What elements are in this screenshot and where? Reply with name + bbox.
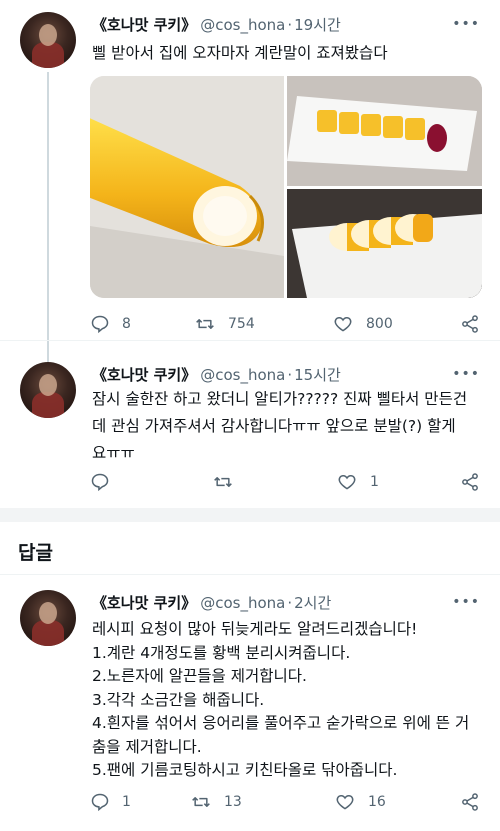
more-options-icon[interactable]: ••• <box>452 366 480 382</box>
tweet-text: 레시피 요청이 많아 뒤늦게라도 알려드리겠습니다! 1.계란 4개정도를 황백… <box>92 618 482 783</box>
timestamp[interactable]: 19시간 <box>294 16 341 34</box>
avatar[interactable] <box>20 12 76 68</box>
share-icon <box>462 793 478 811</box>
tweet-text-line: 레시피 요청이 많아 뒤늦게라도 알려드리겠습니다! <box>92 620 418 638</box>
retweet-button[interactable]: 754 <box>194 314 255 334</box>
tweet-1[interactable]: 《호나맛 쿠키》 @cos_hona · 19시간 ••• 삘 받아서 집에 오자마자… <box>0 0 500 362</box>
tweet-actions: 1 13 16 <box>90 792 482 814</box>
retweet-count: 754 <box>228 316 255 332</box>
share-button[interactable] <box>460 472 480 492</box>
display-name[interactable]: 《호나맛 쿠키》 <box>92 594 196 612</box>
share-icon <box>462 315 478 333</box>
separator-dot: · <box>287 366 293 384</box>
tweet-text-line: 3.각각 소금간을 해줍니다. <box>92 690 265 709</box>
heart-icon <box>334 316 352 332</box>
more-options-icon[interactable]: ••• <box>452 594 480 610</box>
tweet-header: 《호나맛 쿠키》 @cos_hona · 15시간 <box>92 364 341 386</box>
reply-icon <box>91 473 109 492</box>
timestamp[interactable]: 2시간 <box>294 594 331 612</box>
like-button[interactable]: 800 <box>332 314 393 334</box>
reply-icon <box>91 793 109 812</box>
retweet-icon <box>196 319 214 329</box>
tweet-text-line: 삘 받아서 집에 오자마자 계란말이 죠져봤습다 <box>92 44 388 62</box>
thread-line <box>47 72 49 362</box>
divider <box>0 574 500 575</box>
avatar[interactable] <box>20 362 76 418</box>
reply-button[interactable] <box>90 472 122 492</box>
reply-count: 1 <box>122 794 131 810</box>
retweet-button[interactable]: 13 <box>190 792 242 812</box>
reply-icon <box>91 315 109 334</box>
share-icon <box>462 473 478 491</box>
timestamp[interactable]: 15시간 <box>294 366 341 384</box>
display-name[interactable]: 《호나맛 쿠키》 <box>92 16 196 34</box>
tweet-text: 잠시 술한잔 하고 왔더니 알티가????? 진짜 삘타서 만든건 데 관심 가… <box>92 386 482 467</box>
avatar[interactable] <box>20 590 76 646</box>
tweet-3[interactable]: 《호나맛 쿠키》 @cos_hona · 2시간 ••• 레시피 요청이 많아 뒤늦게… <box>0 576 500 831</box>
tweet-header: 《호나맛 쿠키》 @cos_hona · 2시간 <box>92 592 331 614</box>
share-button[interactable] <box>460 792 480 812</box>
section-separator <box>0 508 500 522</box>
retweet-icon <box>214 477 232 487</box>
reply-button[interactable]: 1 <box>90 792 131 812</box>
retweet-count: 13 <box>224 794 242 810</box>
like-button[interactable]: 1 <box>336 472 379 492</box>
like-count: 1 <box>370 474 379 490</box>
retweet-button[interactable] <box>212 472 246 492</box>
retweet-icon <box>192 797 210 807</box>
tweet-text-line: 잠시 술한잔 하고 왔더니 알티가????? 진짜 삘타서 만든건 <box>92 390 468 408</box>
user-handle[interactable]: @cos_hona <box>200 16 285 34</box>
reply-button[interactable]: 8 <box>90 314 131 334</box>
tweet-text: 삘 받아서 집에 오자마자 계란말이 죠져봤습다 <box>92 40 482 67</box>
tweet-text-line: 춤을 제거합니다. <box>92 737 202 756</box>
user-handle[interactable]: @cos_hona <box>200 594 285 612</box>
replies-section-title: 답글 <box>18 542 53 564</box>
share-button[interactable] <box>460 314 480 334</box>
like-count: 800 <box>366 316 393 332</box>
separator-dot: · <box>287 594 293 612</box>
plated-egg-roll-photo[interactable] <box>287 76 482 186</box>
tweet-2[interactable]: 《호나맛 쿠키》 @cos_hona · 15시간 ••• 잠시 술한잔 하고 왔더니… <box>0 350 500 510</box>
user-handle[interactable]: @cos_hona <box>200 366 285 384</box>
like-count: 16 <box>368 794 386 810</box>
tweet-header: 《호나맛 쿠키》 @cos_hona · 19시간 <box>92 14 341 36</box>
heart-icon <box>338 474 356 490</box>
like-button[interactable]: 16 <box>334 792 386 812</box>
sliced-egg-roll-photo[interactable] <box>287 189 482 298</box>
heart-icon <box>336 794 354 810</box>
display-name[interactable]: 《호나맛 쿠키》 <box>92 366 196 384</box>
more-options-icon[interactable]: ••• <box>452 16 480 32</box>
tweet-actions: 8 754 800 <box>90 314 482 336</box>
egg-roll-photo[interactable] <box>90 76 284 298</box>
tweet-text-line: 데 관심 가져주셔서 감사합니다ㅠㅠ 앞으로 분발(?) 할게 <box>92 417 456 435</box>
tweet-text-line: 4.흰자를 섞어서 응어리를 풀어주고 숟가락으로 위에 뜬 거 <box>92 714 470 732</box>
tweet-text-line: 요ㅠㅠ <box>92 444 135 462</box>
divider <box>0 340 500 341</box>
tweet-actions: 1 <box>90 472 482 494</box>
reply-count: 8 <box>122 316 131 332</box>
tweet-text-line: 2.노른자에 알끈들을 제거합니다. <box>92 667 307 685</box>
media-grid[interactable] <box>90 76 482 298</box>
tweet-text-line: 5.팬에 기름코팅하시고 키친타올로 닦아줍니다. <box>92 761 398 779</box>
tweet-text-line: 1.계란 4개정도를 황백 분리시켜줍니다. <box>92 643 351 662</box>
separator-dot: · <box>287 16 293 34</box>
